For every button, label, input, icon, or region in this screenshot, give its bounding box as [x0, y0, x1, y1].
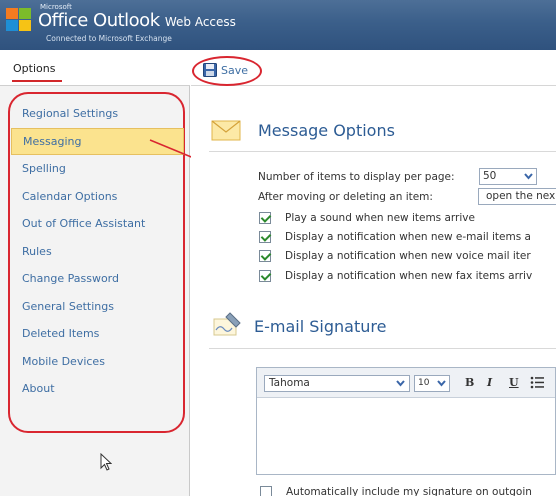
save-button-label: Save	[221, 63, 249, 77]
sidebar-item-out-of-office[interactable]: Out of Office Assistant	[11, 210, 184, 238]
voicemail-notification-checkbox[interactable]	[259, 250, 271, 262]
fax-notification-checkbox[interactable]	[259, 270, 271, 282]
email-signature-header: E-mail Signature	[210, 311, 386, 341]
brand-name: Office Outlook	[38, 10, 160, 31]
play-sound-label: Play a sound when new items arrive	[285, 212, 475, 224]
office-logo-icon	[6, 8, 31, 31]
envelope-icon	[211, 120, 241, 141]
options-nav-list: Regional Settings Messaging Spelling Cal…	[11, 100, 184, 403]
app-header: Microsoft Office Outlook Web Access Conn…	[0, 0, 556, 50]
bullet-list-icon[interactable]	[530, 376, 544, 389]
sidebar-item-about[interactable]: About	[11, 375, 184, 403]
sidebar-item-messaging[interactable]: Messaging	[11, 127, 184, 155]
sidebar-item-deleted-items[interactable]: Deleted Items	[11, 320, 184, 348]
options-navigation-pane: Options Regional Settings Messaging Spel…	[0, 50, 190, 496]
email-notification-option[interactable]: Display a notification when new e-mail i…	[259, 231, 531, 243]
underline-button[interactable]: U	[509, 376, 519, 389]
font-size-select[interactable]: 10	[414, 375, 450, 392]
sidebar-item-change-password[interactable]: Change Password	[11, 265, 184, 293]
sidebar-item-calendar-options[interactable]: Calendar Options	[11, 183, 184, 211]
sidebar-item-mobile-devices[interactable]: Mobile Devices	[11, 348, 184, 376]
play-sound-option[interactable]: Play a sound when new items arrive	[259, 212, 475, 224]
signature-pen-icon	[213, 312, 241, 336]
email-notification-label: Display a notification when new e-mail i…	[285, 231, 531, 243]
sidebar-item-rules[interactable]: Rules	[11, 238, 184, 266]
sidebar-item-spelling[interactable]: Spelling	[11, 155, 184, 183]
signature-divider	[209, 348, 556, 349]
auto-include-label: Automatically include my signature on ou…	[286, 486, 532, 496]
auto-include-checkbox[interactable]	[260, 486, 272, 496]
message-options-divider	[209, 151, 556, 152]
signature-editor[interactable]: Tahoma 10 B I U	[256, 367, 556, 475]
email-notification-checkbox[interactable]	[259, 231, 271, 243]
message-options-header: Message Options	[210, 117, 395, 143]
options-tab[interactable]: Options	[0, 50, 190, 86]
save-button[interactable]: Save	[203, 63, 248, 77]
signature-format-toolbar: Tahoma 10 B I U	[257, 368, 555, 398]
mouse-pointer-icon	[100, 453, 112, 471]
sidebar-item-general-settings[interactable]: General Settings	[11, 293, 184, 321]
bold-button[interactable]: B	[465, 376, 474, 389]
email-signature-title: E-mail Signature	[254, 316, 387, 336]
brand-suffix: Web Access	[164, 15, 236, 29]
dropdown-arrow-icon	[396, 380, 405, 387]
after-move-label: After moving or deleting an item:	[258, 191, 433, 203]
message-options-title: Message Options	[258, 120, 395, 140]
save-disk-icon	[203, 63, 217, 77]
voicemail-notification-label: Display a notification when new voice ma…	[285, 250, 531, 262]
brand-subtitle: Connected to Microsoft Exchange	[46, 34, 172, 43]
font-family-value: Tahoma	[269, 377, 310, 389]
brand-title: Office Outlook Web Access	[38, 10, 236, 31]
font-size-value: 10	[418, 378, 430, 388]
fax-notification-label: Display a notification when new fax item…	[285, 270, 533, 282]
font-family-select[interactable]: Tahoma	[264, 375, 410, 392]
voicemail-notification-option[interactable]: Display a notification when new voice ma…	[259, 250, 531, 262]
dropdown-arrow-icon	[437, 380, 446, 387]
italic-button[interactable]: I	[487, 376, 492, 389]
options-tab-label: Options	[13, 62, 56, 75]
after-move-value: open the nex	[486, 190, 556, 202]
items-per-page-value: 50	[483, 170, 497, 182]
auto-include-signature-option[interactable]: Automatically include my signature on ou…	[260, 486, 532, 496]
after-move-select[interactable]: open the nex	[478, 188, 556, 205]
fax-notification-option[interactable]: Display a notification when new fax item…	[259, 270, 532, 282]
play-sound-checkbox[interactable]	[259, 212, 271, 224]
items-per-page-select[interactable]: 50	[479, 168, 537, 185]
options-underline-annotation	[12, 80, 62, 82]
sidebar-item-regional-settings[interactable]: Regional Settings	[11, 100, 184, 128]
dropdown-arrow-icon	[524, 173, 533, 180]
items-per-page-label: Number of items to display per page:	[258, 171, 455, 183]
